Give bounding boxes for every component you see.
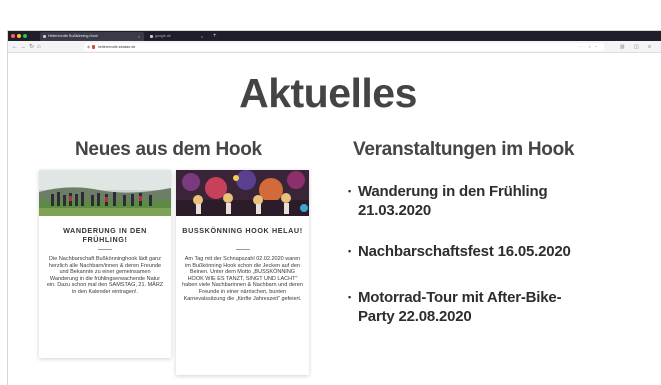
tab-bar: Heiterervolle Bußkönning-Hook × google.d… [8, 31, 661, 41]
divider [235, 249, 250, 250]
favicon-icon [43, 35, 46, 38]
site-icon [92, 45, 95, 49]
tab-inactive[interactable]: google.de × [147, 32, 207, 41]
divider [98, 249, 112, 250]
event-item[interactable]: Nachbarschaftsfest 16.05.2020 [348, 242, 648, 261]
news-card[interactable]: WANDERUNG IN DEN FRÜHLING! Die Nachbarsc… [39, 170, 171, 358]
url-text: heiterervolle-strasse.de [98, 45, 136, 49]
page-content: Aktuelles Neues aus dem Hook Veranstaltu… [8, 54, 661, 385]
toolbar-extension-icons[interactable]: ▥ ◫ ≡ [620, 42, 655, 52]
news-heading: Neues aus dem Hook [75, 139, 262, 160]
close-window-button[interactable] [11, 34, 15, 38]
tab-active[interactable]: Heiterervolle Bußkönning-Hook × [40, 32, 144, 41]
card-text: Die Nachbarschaft Bußkönninghook lädt ga… [46, 256, 164, 295]
maximize-window-button[interactable] [23, 34, 27, 38]
back-icon[interactable]: ← [12, 42, 18, 52]
card-title[interactable]: BUSSKÖNNING HOOK HELAU! [182, 226, 303, 235]
event-item[interactable]: Wanderung in den Frühling 21.03.2020 [348, 182, 588, 220]
browser-toolbar: ← → ↻ ⌂ ◈ heiterervolle-strasse.de ··· ☆… [8, 41, 661, 53]
tab-title: Heiterervolle Bußkönning-Hook [48, 34, 98, 38]
shield-icon[interactable]: ◈ [87, 43, 90, 51]
forward-icon[interactable]: → [20, 42, 26, 52]
page-actions-icon[interactable]: ··· ☆ ◔ [579, 43, 598, 51]
card-title[interactable]: WANDERUNG IN DEN FRÜHLING! [45, 226, 165, 244]
close-tab-icon[interactable]: × [201, 32, 203, 41]
new-tab-button[interactable]: + [213, 31, 217, 41]
home-icon[interactable]: ⌂ [37, 42, 41, 52]
tab-title: google.de [155, 34, 171, 38]
event-item[interactable]: Motorrad-Tour mit After-Bike-Party 22.08… [348, 288, 588, 326]
card-text: Am Tag mit der Schnapszahl 02.02.2020 wa… [182, 256, 303, 302]
browser-window: Heiterervolle Bußkönning-Hook × google.d… [7, 30, 661, 385]
reload-icon[interactable]: ↻ [29, 42, 34, 52]
favicon-icon [150, 35, 153, 38]
news-card[interactable]: BUSSKÖNNING HOOK HELAU! Am Tag mit der S… [176, 170, 309, 375]
minimize-window-button[interactable] [17, 34, 21, 38]
carnival-photo [176, 170, 309, 216]
close-tab-icon[interactable]: × [138, 32, 140, 41]
address-bar[interactable]: ◈ heiterervolle-strasse.de ··· ☆ ◔ [84, 43, 604, 51]
events-heading: Veranstaltungen im Hook [353, 139, 575, 160]
hikers-photo [39, 170, 171, 216]
page-title: Aktuelles [239, 70, 417, 116]
